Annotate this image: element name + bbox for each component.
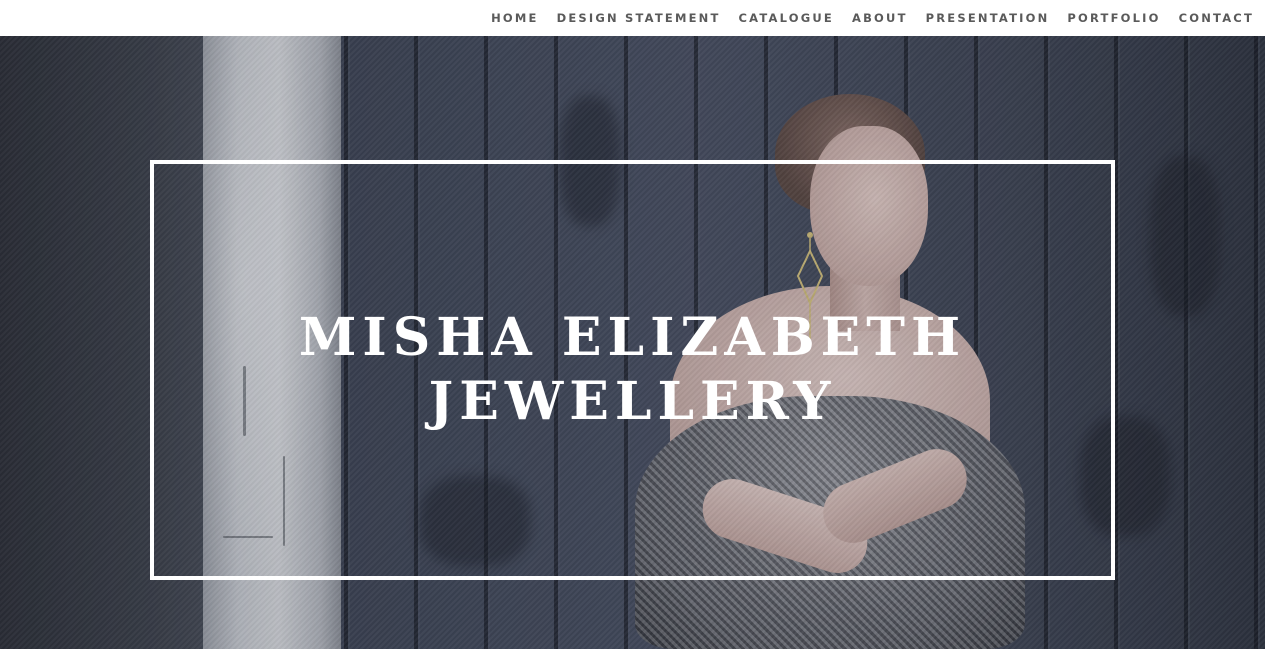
main-menu: HOME DESIGN STATEMENT CATALOGUE ABOUT PR… (473, 0, 1254, 36)
nav-item-contact[interactable]: CONTACT (1179, 11, 1254, 25)
hero-banner: MISHA ELIZABETH JEWELLERY (0, 36, 1265, 649)
nav-item-portfolio[interactable]: PORTFOLIO (1067, 11, 1160, 25)
nav-item-about[interactable]: ABOUT (852, 11, 908, 25)
nav-item-home[interactable]: HOME (491, 11, 539, 25)
brand-title-line-2: JEWELLERY (428, 371, 837, 432)
nav-item-presentation[interactable]: PRESENTATION (926, 11, 1050, 25)
top-navigation-bar: HOME DESIGN STATEMENT CATALOGUE ABOUT PR… (0, 0, 1265, 36)
nav-item-catalogue[interactable]: CATALOGUE (739, 11, 834, 25)
nav-item-design-statement[interactable]: DESIGN STATEMENT (557, 11, 721, 25)
brand-title-line-1: MISHA ELIZABETH (298, 307, 967, 368)
brand-title: MISHA ELIZABETH JEWELLERY (150, 306, 1115, 434)
